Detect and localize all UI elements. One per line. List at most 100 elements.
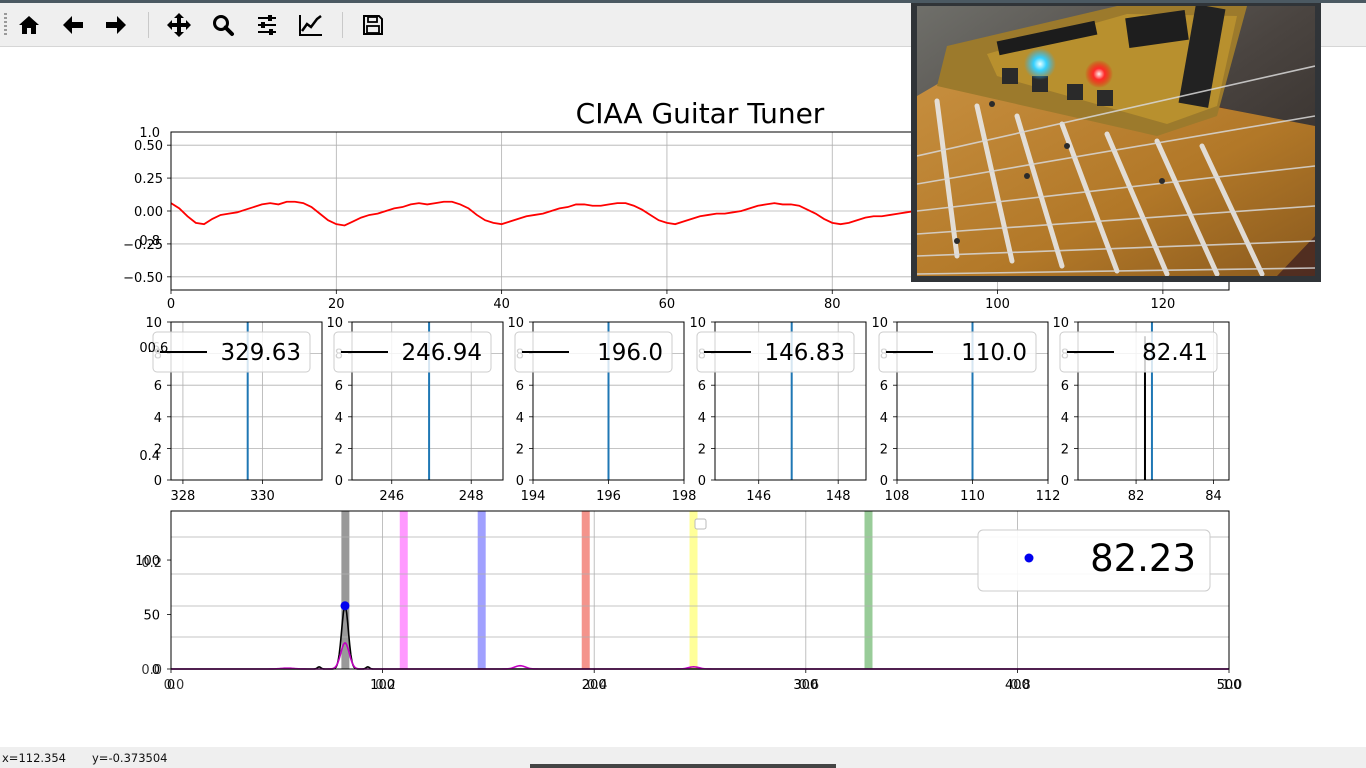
- y-tick-label: 0: [1061, 474, 1069, 489]
- spectrum-axes: 0 100 200 300 400 5000.0 0.2 0.4 0.6 0.8 1.0050100…: [135, 510, 1243, 693]
- floppy-disk-icon: [363, 15, 383, 35]
- y-tick-label: 0.00: [134, 205, 163, 220]
- y-tick-label: 4: [516, 411, 524, 426]
- x-tick-label: 108: [885, 489, 910, 504]
- move-icon: [167, 13, 191, 37]
- panel-legend: 82.41: [1059, 331, 1218, 373]
- note-band: [399, 511, 408, 669]
- overlay-x-tick-label: 1.0: [1222, 678, 1243, 693]
- x-tick-label: 120: [1150, 297, 1175, 312]
- note-band: [864, 511, 873, 669]
- x-tick-label: 146: [746, 489, 771, 504]
- y-tick-label: 0: [516, 474, 524, 489]
- y-tick-label: 0: [154, 474, 162, 489]
- y-tick-label: 6: [698, 379, 706, 394]
- subplots-button[interactable]: [249, 7, 285, 43]
- y-tick-label: 4: [154, 411, 162, 426]
- background-axis-tick-label: 0.6: [148, 341, 169, 356]
- x-tick-label: 80: [824, 297, 841, 312]
- x-tick-label: 20: [328, 297, 345, 312]
- detected-frequency-label: 82.23: [1090, 537, 1196, 580]
- panel-legend: 110.0: [878, 331, 1037, 373]
- x-tick-label: 194: [521, 489, 546, 504]
- magnifier-icon: [213, 15, 234, 36]
- pan-button[interactable]: [161, 7, 197, 43]
- y-tick-label: 2: [154, 442, 162, 457]
- y-tick-label: 0.25: [134, 172, 163, 187]
- panel-legend: 196.0: [514, 331, 673, 373]
- y-tick-label: 0: [335, 474, 343, 489]
- x-tick-label: 148: [826, 489, 851, 504]
- zoom-button[interactable]: [205, 7, 241, 43]
- overlay-x-tick-label: 0.2: [375, 678, 396, 693]
- background-axis-tick-label: 1.0: [139, 126, 160, 141]
- toolbar-grip[interactable]: [4, 13, 7, 37]
- y-tick-label: 0: [698, 474, 706, 489]
- panel-legend: 246.94: [333, 331, 492, 373]
- save-button[interactable]: [355, 7, 391, 43]
- y-tick-label: 2: [335, 442, 343, 457]
- smoothed-spectrum-line: [171, 642, 1229, 670]
- string-panel-1: 3283300246810329.63: [145, 316, 323, 504]
- y-tick-label: −0.50: [123, 271, 163, 286]
- x-tick-label: 84: [1205, 489, 1222, 504]
- background-axis-tick-label: 0.8: [139, 234, 160, 249]
- string-panel-6: 8284024681082.41: [1052, 316, 1230, 504]
- x-tick-label: 246: [379, 489, 404, 504]
- overlay-x-tick-label: 0.0: [164, 678, 185, 693]
- y-tick-label: 50: [143, 609, 160, 624]
- y-tick-label: 10: [145, 316, 162, 331]
- legend-frequency-label: 196.0: [597, 340, 663, 366]
- x-tick-label: 100: [985, 297, 1010, 312]
- cursor-y-readout: y=-0.373504: [92, 751, 168, 765]
- string-panel-5: 1081101120246810110.0: [871, 316, 1060, 504]
- legend-frequency-label: 329.63: [221, 340, 301, 366]
- home-button[interactable]: [11, 7, 47, 43]
- y-tick-label: 4: [880, 411, 888, 426]
- legend-frequency-label: 82.41: [1142, 340, 1208, 366]
- y-tick-label: 10: [507, 316, 524, 331]
- overlay-x-tick-label: 0.6: [798, 678, 819, 693]
- camera-preview-window: [911, 3, 1321, 282]
- y-tick-label: 2: [1061, 442, 1069, 457]
- y-tick-label: 6: [1061, 379, 1069, 394]
- legend-marker-swatch: [1024, 553, 1034, 563]
- y-tick-label: 6: [154, 379, 162, 394]
- string-panel-4: 1461480246810146.83: [689, 316, 867, 504]
- sliders-icon: [258, 15, 276, 35]
- x-tick-label: 110: [960, 489, 985, 504]
- edit-curves-button[interactable]: [293, 7, 329, 43]
- y-tick-label: 10: [689, 316, 706, 331]
- toolbar-separator: [342, 12, 343, 38]
- chart-title: CIAA Guitar Tuner: [576, 97, 825, 130]
- y-tick-label: 10: [326, 316, 343, 331]
- line-chart-icon: [299, 15, 322, 36]
- y-tick-label: 6: [880, 379, 888, 394]
- back-button[interactable]: [55, 7, 91, 43]
- panel-legend: 329.63: [152, 331, 311, 373]
- forward-button[interactable]: [98, 7, 134, 43]
- x-tick-label: 82: [1128, 489, 1145, 504]
- spectrum-line: [171, 605, 1229, 670]
- overlay-y-tick-label: 0.2: [141, 556, 162, 571]
- y-tick-label: 4: [698, 411, 706, 426]
- y-tick-label: 10: [1052, 316, 1069, 331]
- x-tick-label: 328: [171, 489, 196, 504]
- empty-legend-box: [694, 518, 707, 530]
- x-tick-label: 248: [459, 489, 484, 504]
- horizontal-scrollbar[interactable]: [530, 764, 836, 768]
- y-tick-label: 0: [880, 474, 888, 489]
- overlay-y-tick-label: 0.0: [141, 663, 162, 678]
- y-tick-label: 2: [698, 442, 706, 457]
- arrow-right-icon: [106, 16, 126, 34]
- arrow-left-icon: [63, 16, 83, 34]
- x-tick-label: 60: [659, 297, 676, 312]
- peak-marker: [340, 601, 350, 611]
- cursor-x-readout: x=112.354: [2, 751, 66, 765]
- y-tick-label: 6: [335, 379, 343, 394]
- x-tick-label: 40: [493, 297, 510, 312]
- legend-frequency-label: 246.94: [402, 340, 482, 366]
- y-tick-label: 2: [880, 442, 888, 457]
- toolbar-separator: [148, 12, 149, 38]
- legend-frequency-label: 110.0: [961, 340, 1027, 366]
